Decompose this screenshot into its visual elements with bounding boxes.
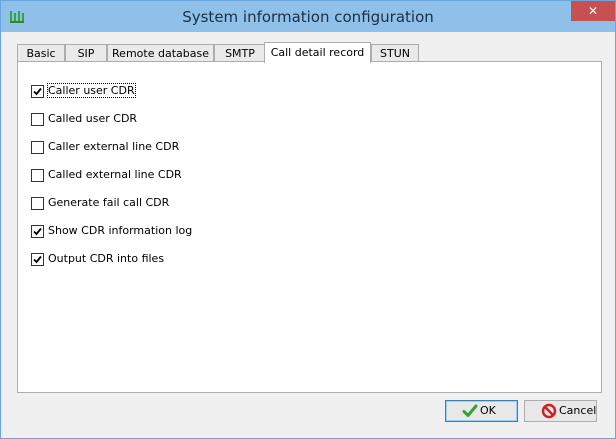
cancel-button-label: Cancel: [559, 404, 597, 417]
window-title: System information configuration: [182, 8, 434, 26]
green-checkmark-icon: [462, 404, 478, 417]
tab-basic[interactable]: Basic: [17, 44, 65, 62]
checkbox-label: Generate fail call CDR: [48, 196, 170, 209]
title-bar[interactable]: System information configuration ✕: [1, 1, 615, 32]
checkbox-box[interactable]: [31, 253, 44, 266]
close-button[interactable]: ✕: [571, 1, 615, 21]
checkbox-label: Show CDR information log: [48, 224, 193, 237]
checkbox-label: Called external line CDR: [48, 168, 182, 181]
tab-sip[interactable]: SIP: [65, 44, 107, 62]
tab-stun[interactable]: STUN: [371, 44, 419, 62]
checkbox-box[interactable]: [31, 169, 44, 182]
tab-remote-database[interactable]: Remote database: [107, 44, 214, 62]
checkbox-box[interactable]: [31, 197, 44, 210]
cdr-settings-panel: Caller user CDR Called user CDR Caller ext…: [17, 61, 602, 393]
checkmark-icon: [33, 87, 42, 96]
tab-smtp[interactable]: SMTP: [214, 44, 266, 62]
checkbox-label: Called user CDR: [48, 112, 138, 125]
checkbox-box[interactable]: [31, 225, 44, 238]
checkbox-label: Caller external line CDR: [48, 140, 180, 153]
config-dialog: System information configuration ✕ Basic…: [0, 0, 616, 439]
tab-call-detail-record[interactable]: Call detail record: [264, 42, 371, 63]
checkbox-box[interactable]: [31, 113, 44, 126]
checkmark-icon: [33, 255, 42, 264]
checkbox-label: Output CDR into files: [48, 252, 165, 265]
checkmark-icon: [33, 227, 42, 236]
cancel-button[interactable]: Cancel: [524, 400, 597, 422]
checkbox-box[interactable]: [31, 141, 44, 154]
close-icon: ✕: [587, 4, 599, 18]
checkbox-box[interactable]: [31, 85, 44, 98]
ok-button-label: OK: [480, 404, 496, 417]
red-no-entry-icon: [541, 403, 557, 419]
ok-button[interactable]: OK: [445, 400, 518, 422]
checkbox-label: Caller user CDR: [47, 83, 136, 98]
